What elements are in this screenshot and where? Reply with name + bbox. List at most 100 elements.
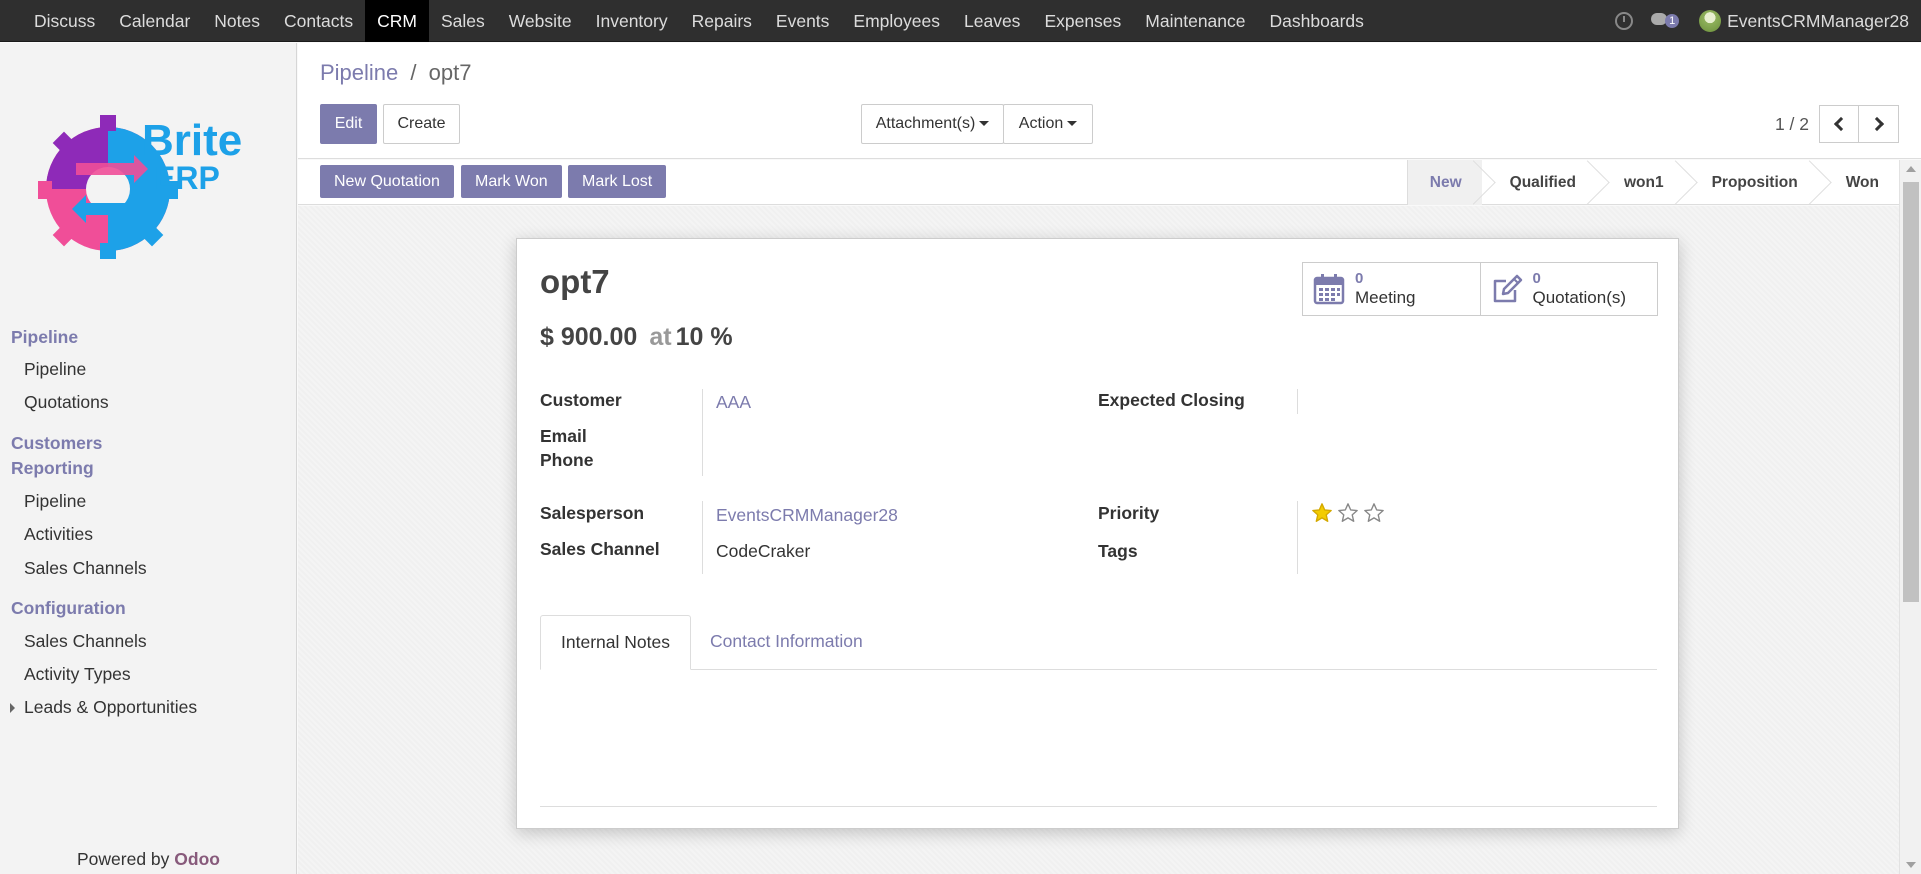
caret-right-icon [10,703,15,713]
scroll-up-icon[interactable] [1906,166,1916,172]
sidebar-item-sales-channels-report[interactable]: Sales Channels [24,558,147,579]
vertical-scrollbar[interactable] [1899,160,1921,874]
sidebar-item-sales-channels[interactable]: Sales Channels [24,631,147,652]
attachments-dropdown[interactable]: Attachment(s) [861,104,1004,144]
quotations-button[interactable]: 0 Quotation(s) [1479,263,1658,315]
menu-notes[interactable]: Notes [202,0,272,42]
stage-qualified[interactable]: Qualified [1482,160,1596,205]
star-filled-icon[interactable] [1311,502,1333,524]
sidebar-item-activity-types[interactable]: Activity Types [24,664,131,685]
sidebar-section-reporting[interactable]: Reporting [11,456,94,481]
meeting-label: Meeting [1355,288,1416,307]
caret-down-icon [979,121,990,127]
menu-discuss[interactable]: Discuss [22,0,107,42]
salesperson-label: Salesperson [540,503,645,523]
priority-label: Priority [1098,503,1160,523]
scrollbar-thumb[interactable] [1903,182,1919,602]
sales-channel-field[interactable]: CodeCraker [716,541,810,562]
breadcrumb-pipeline[interactable]: Pipeline [320,60,398,85]
edit-button[interactable]: Edit [320,104,377,144]
notebook-tabs: Internal Notes Contact Information [540,615,1657,670]
sidebar-item-label: Leads & Opportunities [24,697,198,717]
action-dropdown[interactable]: Action [1003,104,1093,144]
user-menu[interactable]: EventsCRMManager28 [1699,10,1909,32]
pager-next-button[interactable] [1859,105,1899,143]
menu-maintenance[interactable]: Maintenance [1133,0,1257,42]
systray: 1 EventsCRMManager28 [1615,0,1909,42]
star-empty-icon[interactable] [1363,502,1385,524]
customer-label: Customer [540,390,622,410]
menu-sales[interactable]: Sales [429,0,497,42]
edit-icon [1493,274,1522,303]
sidebar-item-activities[interactable]: Activities [24,524,93,545]
mark-won-button[interactable]: Mark Won [461,165,562,198]
powered-by-text: Powered by [77,849,170,869]
messages-icon[interactable]: 1 [1651,11,1681,31]
sidebar-item-leads-opportunities[interactable]: Leads & Opportunities [10,697,198,718]
menu-crm[interactable]: CRM [365,0,429,42]
sidebar-section-configuration[interactable]: Configuration [11,596,126,621]
avatar [1699,10,1722,32]
calendar-icon [1313,274,1345,305]
menu-website[interactable]: Website [497,0,584,42]
form-statusbar: New Quotation Mark Won Mark Lost New Qua… [298,160,1899,205]
create-button[interactable]: Create [383,104,460,144]
logo-word-brite: Brite [142,116,242,165]
menu-inventory[interactable]: Inventory [584,0,680,42]
pager-value[interactable]: 1 / 2 [1775,114,1809,135]
user-name: EventsCRMManager28 [1727,10,1909,31]
app-menu: Discuss Calendar Notes Contacts CRM Sale… [22,0,1376,42]
sidebar-item-quotations[interactable]: Quotations [24,392,109,413]
brite-erp-logo: Brite ERP [38,115,242,259]
sidebar-item-reporting-pipeline[interactable]: Pipeline [24,491,86,512]
attachments-label: Attachment(s) [875,115,976,132]
sidebar-section-customers[interactable]: Customers [11,431,102,456]
logo-word-erp: ERP [154,160,220,196]
smart-buttons: 0 Meeting 0 Quotation(s) [1302,262,1658,316]
customer-field[interactable]: AAA [716,392,751,413]
field-divider [1297,389,1298,414]
pager: 1 / 2 [1775,105,1899,143]
caret-down-icon [1067,121,1078,127]
new-quotation-button[interactable]: New Quotation [320,165,454,198]
menu-dashboards[interactable]: Dashboards [1258,0,1376,42]
chevron-left-icon [1833,116,1849,132]
odoo-link[interactable]: Odoo [174,849,220,869]
tab-internal-notes[interactable]: Internal Notes [540,615,691,670]
menu-events[interactable]: Events [764,0,842,42]
pager-previous-button[interactable] [1819,105,1859,143]
menu-expenses[interactable]: Expenses [1032,0,1133,42]
phone-label: Phone [540,450,594,470]
menu-contacts[interactable]: Contacts [272,0,365,42]
meeting-button[interactable]: 0 Meeting [1303,263,1480,315]
probability-value: 10 % [675,323,733,351]
field-divider [1297,501,1298,574]
sidebar: Brite ERP Pipeline Pipeline Quotations C… [0,43,297,874]
top-navbar: Discuss Calendar Notes Contacts CRM Sale… [0,0,1921,42]
sidebar-section-pipeline[interactable]: Pipeline [11,325,78,350]
menu-calendar[interactable]: Calendar [107,0,202,42]
star-empty-icon[interactable] [1337,502,1359,524]
expected-revenue: $ 900.00 at 10 % [540,323,733,352]
stage-proposition[interactable]: Proposition [1684,160,1818,205]
quotation-label: Quotation(s) [1532,288,1627,307]
mark-lost-button[interactable]: Mark Lost [568,165,667,198]
control-panel: Pipeline / opt7 Edit Create Attachment(s… [298,43,1921,159]
expected-closing-label: Expected Closing [1098,390,1245,410]
activity-clock-icon[interactable] [1615,12,1634,30]
at-label: at [649,323,672,351]
form-sheet: opt7 $ 900.00 at 10 % 0 Meeting 0 Quotat… [516,238,1679,829]
field-divider [702,389,703,476]
email-label: Email [540,426,587,446]
breadcrumb-separator: / [410,60,417,85]
menu-repairs[interactable]: Repairs [680,0,764,42]
scroll-down-icon[interactable] [1906,862,1916,868]
priority-widget [1311,502,1385,524]
stage-new[interactable]: New [1407,160,1482,205]
sidebar-item-pipeline[interactable]: Pipeline [24,359,86,380]
menu-employees[interactable]: Employees [841,0,952,42]
salesperson-field[interactable]: EventsCRMManager28 [716,505,898,526]
powered-by: Powered by Odoo [77,849,220,870]
tab-contact-information[interactable]: Contact Information [690,615,883,670]
menu-leaves[interactable]: Leaves [952,0,1032,42]
